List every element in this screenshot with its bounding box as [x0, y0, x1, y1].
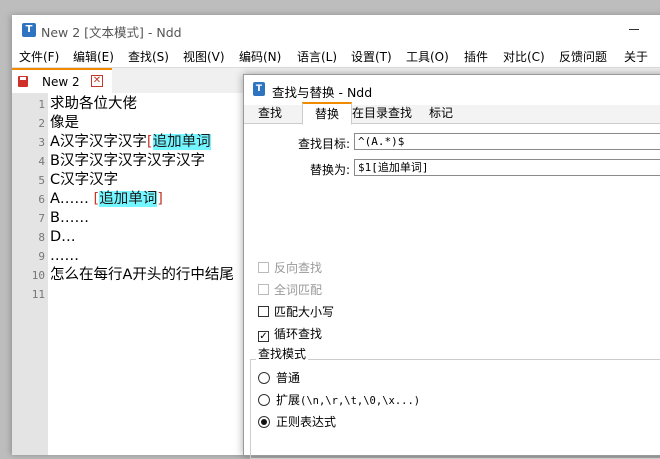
menu-compare[interactable]: 对比(C)	[503, 48, 545, 65]
title-bar: T New 2 [文本模式] - Ndd	[12, 15, 660, 45]
radio[interactable]	[258, 394, 270, 406]
menu-edit[interactable]: 编辑(E)	[73, 48, 114, 65]
checkbox[interactable]	[258, 262, 269, 273]
editor-line: A…… [追加单词]	[50, 191, 163, 207]
line-number: 1	[38, 98, 45, 111]
dialog-title: 查找与替换 - Ndd	[272, 85, 373, 100]
checkbox[interactable]	[258, 306, 269, 317]
editor-line: C汉字汉字	[50, 172, 119, 188]
option-wrap-around[interactable]: ✓ 循环查找	[258, 325, 322, 342]
mode-extended[interactable]: 扩展(\n,\r,\t,\0,\x...)	[258, 391, 420, 408]
menu-search[interactable]: 查找(S)	[128, 48, 169, 65]
mode-regex[interactable]: 正则表达式	[258, 413, 336, 430]
tab-find[interactable]: 查找	[256, 105, 284, 123]
search-mode-group	[250, 359, 660, 459]
replace-label: 替换为:	[309, 163, 350, 177]
app-icon: T	[253, 82, 265, 96]
tab-find-in-dir[interactable]: 在目录查找	[350, 105, 414, 123]
check-icon[interactable]: ✓	[258, 331, 269, 342]
editor-line: D…	[50, 229, 76, 245]
menu-tools[interactable]: 工具(O)	[406, 48, 449, 65]
search-mode-title: 查找模式	[256, 345, 309, 362]
close-tab-icon[interactable]: ✕	[91, 75, 103, 87]
option-reverse-search[interactable]: 反向查找	[258, 259, 322, 276]
find-input[interactable]: ^(A.*)$	[354, 133, 660, 150]
checkbox[interactable]	[258, 284, 269, 295]
app-icon: T	[22, 23, 36, 37]
unsaved-file-icon	[18, 76, 28, 87]
line-number: 4	[38, 155, 45, 168]
menu-settings[interactable]: 设置(T)	[351, 48, 392, 65]
find-label: 查找目标:	[297, 137, 350, 151]
tab-label: New 2	[42, 75, 80, 89]
line-number: 2	[38, 117, 45, 130]
menu-bar: 文件(F) 编辑(E) 查找(S) 视图(V) 编码(N) 语言(L) 设置(T…	[12, 45, 660, 67]
menu-plugins[interactable]: 插件	[464, 48, 488, 65]
line-number: 7	[38, 212, 45, 225]
editor-line: 怎么在每行A开头的行中结尾	[50, 267, 234, 283]
menu-view[interactable]: 视图(V)	[183, 48, 225, 65]
line-number: 8	[38, 231, 45, 244]
line-number: 11	[31, 288, 45, 301]
menu-about[interactable]: 关于	[624, 48, 648, 65]
find-replace-dialog: T 查找与替换 - Ndd 查找 替换 在目录查找 标记 查找目标: ^(A.*…	[243, 74, 660, 459]
editor-line: 像是	[50, 115, 79, 131]
menu-language[interactable]: 语言(L)	[297, 48, 337, 65]
match-highlight: 追加单词	[152, 134, 211, 150]
minimize-icon[interactable]	[629, 29, 639, 30]
tab-replace[interactable]: 替换	[302, 102, 352, 125]
dialog-title-bar: T 查找与替换 - Ndd	[244, 75, 660, 103]
replace-input[interactable]: $1[追加单词]	[354, 159, 660, 176]
dialog-tabs: 查找 替换 在目录查找 标记	[244, 102, 660, 125]
radio-selected[interactable]	[258, 416, 270, 428]
line-number: 6	[38, 193, 45, 206]
line-number: 10	[31, 269, 45, 282]
editor-line: 求助各位大佬	[50, 96, 137, 112]
menu-file[interactable]: 文件(F)	[19, 48, 59, 65]
menu-encoding[interactable]: 编码(N)	[239, 48, 281, 65]
option-whole-word[interactable]: 全词匹配	[258, 281, 322, 298]
editor-line: B汉字汉字汉字汉字汉字	[50, 153, 205, 169]
option-match-case[interactable]: 匹配大小写	[258, 303, 334, 320]
line-number: 3	[38, 136, 45, 149]
editor-line: ……	[50, 248, 79, 264]
editor-line: A汉字汉字汉字[追加单词	[50, 134, 211, 150]
line-number-gutter: 1 2 3 4 5 6 7 8 9 10 11	[12, 93, 48, 455]
menu-feedback[interactable]: 反馈问题	[559, 48, 607, 65]
line-number: 9	[38, 250, 45, 263]
radio[interactable]	[258, 372, 270, 384]
tab-new-2[interactable]: New 2 ✕	[12, 68, 112, 94]
editor-line: B……	[50, 210, 89, 226]
mode-normal[interactable]: 普通	[258, 369, 300, 386]
match-highlight: 追加单词	[99, 191, 158, 207]
tab-mark[interactable]: 标记	[427, 105, 455, 123]
window-title: New 2 [文本模式] - Ndd	[41, 25, 182, 40]
line-number: 5	[38, 174, 45, 187]
